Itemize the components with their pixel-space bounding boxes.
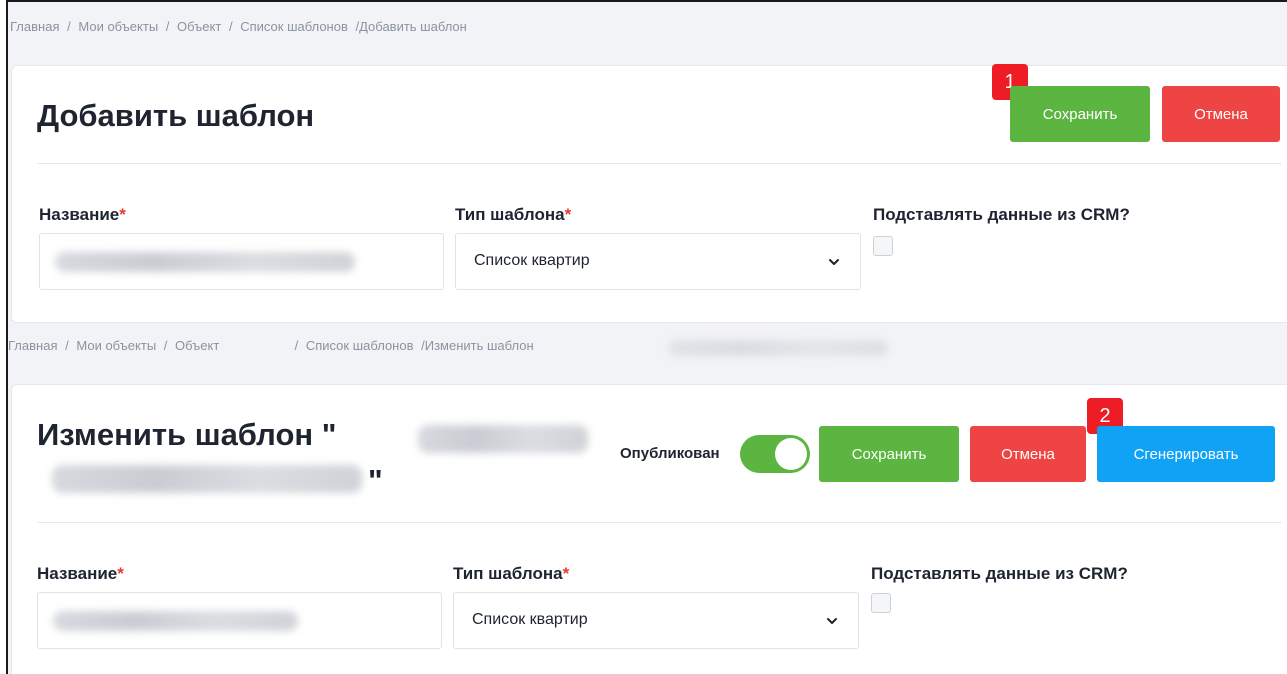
name-input[interactable] [39, 233, 444, 290]
redacted-title-part-1 [418, 425, 588, 453]
type-field-label: Тип шаблона* [453, 564, 570, 583]
breadcrumb-my-objects[interactable]: Мои объекты [78, 19, 158, 34]
type-field-label: Тип шаблона* [455, 205, 572, 224]
crm-checkbox[interactable] [871, 593, 891, 613]
chevron-down-icon [829, 259, 839, 265]
breadcrumb-edit: Главная / Мои объекты / Объект / Список … [8, 338, 534, 353]
edit-template-card: Изменить шаблон " " Опубликован Сохранит… [11, 384, 1287, 674]
redacted-breadcrumb-tail [668, 340, 888, 356]
generate-button[interactable]: Сгенерировать [1097, 426, 1275, 482]
save-button[interactable]: Сохранить [819, 426, 959, 482]
redacted-value [53, 611, 298, 631]
redacted-title-part-2 [52, 465, 362, 493]
template-type-select[interactable]: Список квартир [455, 233, 861, 290]
breadcrumb-current: /Изменить шаблон [421, 338, 534, 353]
crm-field-label: Подставлять данные из CRM? [873, 205, 1130, 224]
toggle-knob [775, 438, 807, 470]
crm-field-label: Подставлять данные из CRM? [871, 564, 1128, 583]
breadcrumb-template-list[interactable]: Список шаблонов [240, 19, 348, 34]
template-type-value: Список квартир [474, 252, 590, 269]
crm-checkbox[interactable] [873, 236, 893, 256]
breadcrumb-object[interactable]: Объект [175, 338, 219, 353]
published-toggle[interactable] [740, 435, 810, 473]
save-button[interactable]: Сохранить [1010, 86, 1150, 142]
chevron-down-icon [827, 618, 837, 624]
name-input[interactable] [37, 592, 442, 649]
published-label: Опубликован [620, 445, 720, 462]
divider [37, 522, 1282, 523]
name-field-label: Название* [39, 205, 126, 224]
template-type-select[interactable]: Список квартир [453, 592, 859, 649]
title-closing-quote: " [368, 463, 383, 498]
redacted-value [55, 252, 355, 272]
breadcrumb-object[interactable]: Объект [177, 19, 221, 34]
breadcrumb-my-objects[interactable]: Мои объекты [76, 338, 156, 353]
screenshot-frame: Главная / Мои объекты / Объект / Список … [6, 0, 1287, 674]
breadcrumb-template-list[interactable]: Список шаблонов [306, 338, 414, 353]
cancel-button[interactable]: Отмена [970, 426, 1086, 482]
breadcrumb: Главная / Мои объекты / Объект / Список … [10, 19, 467, 34]
template-type-value: Список квартир [472, 611, 588, 628]
name-field-label: Название* [37, 564, 124, 583]
cancel-button[interactable]: Отмена [1162, 86, 1280, 142]
breadcrumb-current: /Добавить шаблон [355, 19, 467, 34]
add-template-card: Добавить шаблон 1 Сохранить Отмена Назва… [11, 64, 1287, 323]
page-title: Изменить шаблон " [37, 417, 337, 452]
divider [37, 163, 1282, 164]
page-title: Добавить шаблон [37, 98, 315, 133]
breadcrumb-home[interactable]: Главная [10, 19, 59, 34]
breadcrumb-home[interactable]: Главная [8, 338, 57, 353]
